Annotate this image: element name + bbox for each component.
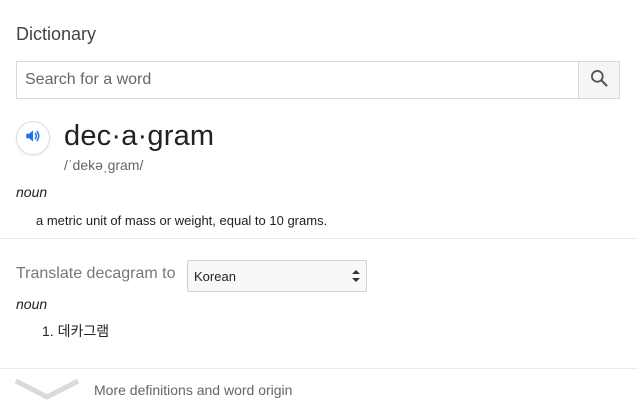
chevron-down-icon <box>14 377 80 406</box>
divider <box>0 238 638 239</box>
search-box <box>16 61 620 99</box>
more-definitions-button[interactable]: More definitions and word origin <box>0 369 638 409</box>
pronunciation: /ˈdekəˌɡram/ <box>64 157 144 173</box>
translate-label: Translate decagram to <box>16 265 176 282</box>
language-select[interactable]: Korean <box>187 260 367 292</box>
search-input[interactable] <box>17 62 578 98</box>
select-arrows-icon <box>352 269 360 283</box>
dictionary-card: Dictionary dec·a·gram /ˈdekəˌɡram/ noun … <box>0 0 638 409</box>
search-icon <box>589 68 609 93</box>
pronunciation-audio-button[interactable] <box>16 121 50 155</box>
search-button[interactable] <box>578 62 619 98</box>
definition: a metric unit of mass or weight, equal t… <box>36 213 328 228</box>
part-of-speech: noun <box>16 184 48 200</box>
selected-language: Korean <box>194 268 236 284</box>
more-definitions-label: More definitions and word origin <box>94 382 293 398</box>
translation-item: 1. 데카그램 <box>42 323 110 339</box>
translation-part-of-speech: noun <box>16 296 48 312</box>
dictionary-title: Dictionary <box>16 24 97 44</box>
headword: dec·a·gram <box>64 120 215 152</box>
speaker-icon <box>24 127 42 150</box>
